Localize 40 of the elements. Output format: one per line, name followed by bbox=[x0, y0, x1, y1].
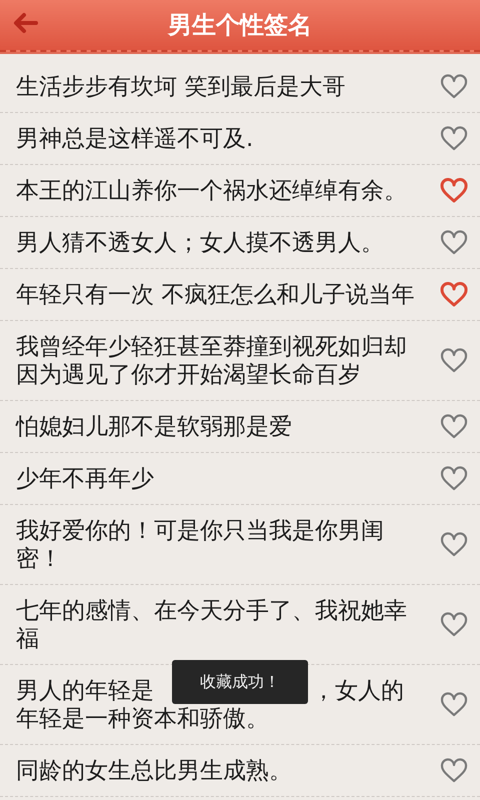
signature-item[interactable]: 生活步步有坎坷 笑到最后是大哥 bbox=[0, 61, 480, 113]
heart-icon[interactable] bbox=[440, 414, 468, 440]
signature-text: 生活步步有坎坷 笑到最后是大哥 bbox=[16, 73, 346, 101]
signature-item[interactable]: 我好爱你的！可是你只当我是你男闺密！ bbox=[0, 505, 480, 585]
signature-item[interactable]: 男人猜不透女人；女人摸不透男人。 bbox=[0, 217, 480, 269]
signature-text: 少年不再年少 bbox=[16, 465, 155, 493]
signature-text: 男人猜不透女人；女人摸不透男人。 bbox=[16, 229, 385, 257]
heart-icon[interactable] bbox=[440, 758, 468, 784]
heart-icon[interactable] bbox=[440, 612, 468, 638]
signature-text: 我曾经年少轻狂甚至莽撞到视死如归却因为遇见了你才开始渴望长命百岁 bbox=[16, 333, 408, 389]
signature-text: 年轻只有一次 不疯狂怎么和儿子说当年 bbox=[16, 281, 416, 309]
heart-icon[interactable] bbox=[440, 126, 468, 152]
signature-item[interactable]: 我曾经年少轻狂甚至莽撞到视死如归却因为遇见了你才开始渴望长命百岁 bbox=[0, 321, 480, 401]
signature-text: 我好爱你的！可是你只当我是你男闺密！ bbox=[16, 517, 385, 573]
signature-text: 怕媳妇儿那不是软弱那是爱 bbox=[16, 413, 293, 441]
toast-message: 收藏成功！ bbox=[172, 660, 308, 704]
signature-text: 男神总是这样遥不可及. bbox=[16, 125, 254, 153]
signature-item[interactable]: 年轻只有一次 不疯狂怎么和儿子说当年 bbox=[0, 269, 480, 321]
heart-icon[interactable] bbox=[440, 532, 468, 558]
signature-text-fragment: 男人的年轻是 bbox=[16, 678, 154, 704]
signature-text-fragment: 年轻是一种资本和骄傲。 bbox=[16, 705, 269, 733]
signature-item[interactable]: 同龄的女生总比男生成熟。 bbox=[0, 745, 480, 797]
heart-icon[interactable] bbox=[440, 74, 468, 100]
signature-item[interactable]: 男神总是这样遥不可及. bbox=[0, 113, 480, 165]
signature-text: 本王的江山养你一个祸水还绰绰有余。 bbox=[16, 177, 408, 205]
heart-icon[interactable] bbox=[440, 282, 468, 308]
signature-item[interactable]: 少年不再年少 bbox=[0, 453, 480, 505]
heart-icon[interactable] bbox=[440, 466, 468, 492]
back-arrow-icon bbox=[12, 12, 38, 34]
signature-text: 七年的感情、在今天分手了、我祝她幸福 bbox=[16, 597, 408, 653]
signature-item[interactable]: 本王的江山养你一个祸水还绰绰有余。 bbox=[0, 165, 480, 217]
page-title: 男生个性签名 bbox=[168, 10, 312, 41]
heart-icon[interactable] bbox=[440, 178, 468, 204]
heart-icon[interactable] bbox=[440, 348, 468, 374]
signature-text-fragment: ，女人的 bbox=[312, 677, 404, 705]
back-button[interactable] bbox=[12, 12, 38, 34]
heart-icon[interactable] bbox=[440, 692, 468, 718]
signature-item[interactable]: 怕媳妇儿那不是软弱那是爱 bbox=[0, 401, 480, 453]
heart-icon[interactable] bbox=[440, 230, 468, 256]
signature-text: 同龄的女生总比男生成熟。 bbox=[16, 757, 293, 785]
